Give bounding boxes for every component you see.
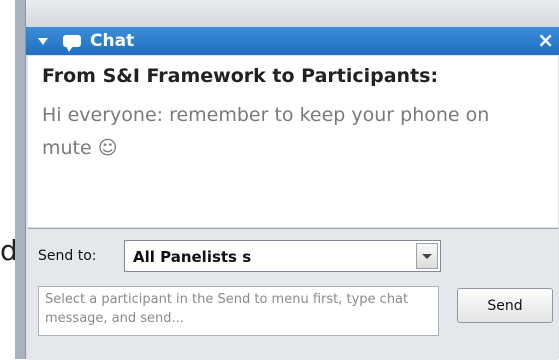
panel-top-strip — [26, 0, 559, 27]
message-sender: From S&I Framework to Participants: — [42, 65, 439, 87]
compose-area: Send to: All Panelists s Send — [28, 228, 558, 360]
send-to-selected-value: All Panelists s — [133, 248, 252, 266]
chat-title-bar[interactable]: Chat × — [26, 27, 559, 55]
close-icon[interactable]: × — [537, 29, 554, 51]
send-to-label: Send to: — [38, 248, 97, 264]
chat-message-input[interactable] — [38, 286, 439, 336]
chat-title: Chat — [90, 31, 135, 51]
collapse-triangle-icon[interactable] — [38, 37, 48, 45]
message-body: Hi everyone: remember to keep your phone… — [42, 104, 490, 159]
chat-message-area: From S&I Framework to Participants: Hi e… — [28, 56, 558, 227]
chat-bubble-icon — [63, 35, 81, 52]
send-button[interactable]: Send — [457, 288, 553, 323]
send-to-dropdown[interactable]: All Panelists s — [124, 240, 441, 272]
chevron-down-icon — [422, 254, 432, 259]
chat-panel: Chat × From S&I Framework to Participant… — [25, 0, 559, 360]
dropdown-button[interactable] — [416, 243, 438, 269]
